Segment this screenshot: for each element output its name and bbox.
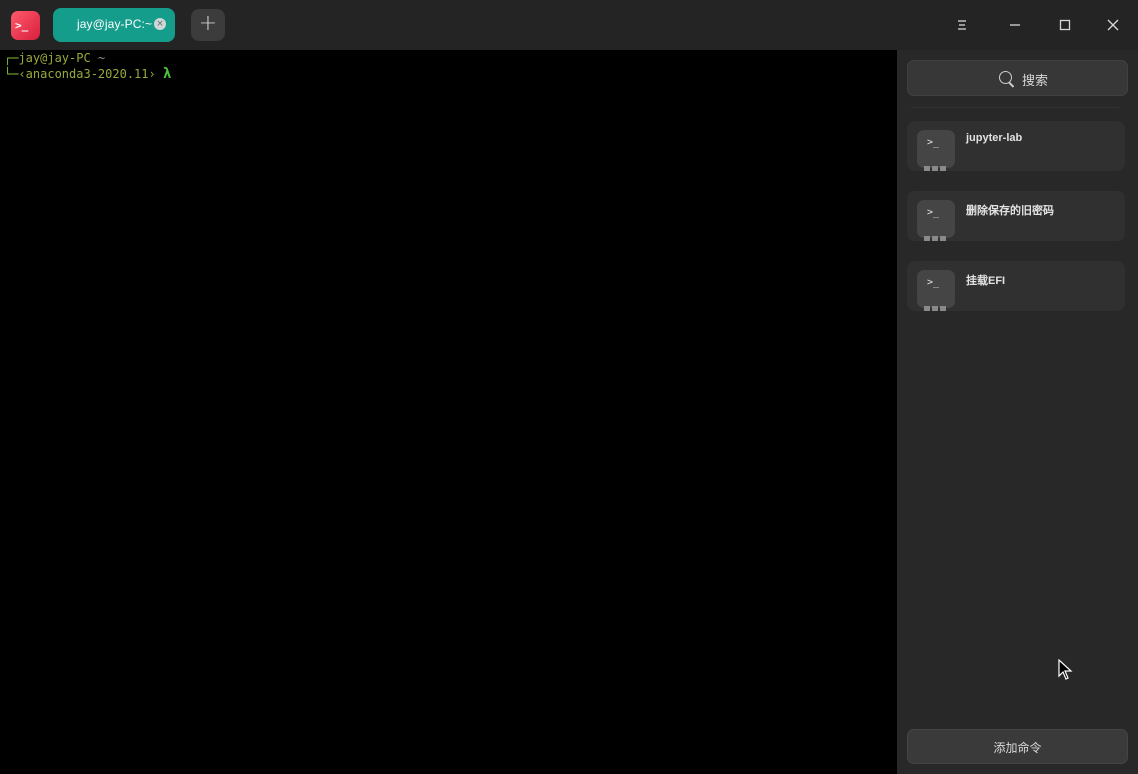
prompt-directory: ~ bbox=[90, 51, 106, 65]
prompt-conda-env: ‹anaconda3-2020.11› bbox=[18, 67, 156, 81]
command-item-delete-old-passwords[interactable]: >_ 删除保存的旧密码 bbox=[907, 191, 1125, 241]
tab-close-icon[interactable]: × bbox=[154, 18, 166, 30]
menu-icon[interactable] bbox=[950, 13, 974, 37]
command-dots bbox=[924, 226, 950, 241]
search-label: 搜索 bbox=[1022, 74, 1049, 89]
command-label: jupyter-lab bbox=[966, 132, 1023, 144]
terminal-prompt-icon: >_ bbox=[927, 207, 940, 218]
maximize-icon bbox=[1059, 19, 1071, 31]
prompt-lambda: λ bbox=[162, 66, 172, 82]
prompt-corner-bottom: └─ bbox=[4, 67, 19, 81]
command-icon: >_ bbox=[917, 200, 955, 241]
add-command-button[interactable]: 添加命令 bbox=[907, 729, 1128, 764]
command-label: 挂载EFI bbox=[966, 275, 1006, 287]
tab-terminal[interactable]: jay@jay-PC:~ × bbox=[53, 8, 175, 42]
add-command-label: 添加命令 bbox=[993, 741, 1042, 755]
search-button[interactable]: 搜索 bbox=[907, 60, 1128, 96]
terminal-app-icon[interactable]: >_ bbox=[11, 11, 40, 40]
divider bbox=[911, 107, 1119, 108]
custom-commands-panel: 搜索 >_ jupyter-lab >_ 删除保存的旧密码 >_ 挂载EFI 添… bbox=[897, 50, 1138, 774]
prompt-corner-top: ┌─ bbox=[4, 51, 19, 65]
minimize-icon bbox=[1010, 24, 1020, 26]
close-window-button[interactable] bbox=[1101, 13, 1125, 37]
command-label: 删除保存的旧密码 bbox=[966, 205, 1054, 217]
new-tab-button[interactable]: + bbox=[191, 9, 225, 41]
close-icon bbox=[1107, 19, 1119, 31]
command-dots bbox=[924, 296, 950, 311]
prompt-line-1: ┌─jay@jay-PC ~ bbox=[4, 51, 105, 65]
command-dots bbox=[924, 156, 950, 171]
command-item-jupyter-lab[interactable]: >_ jupyter-lab bbox=[907, 121, 1125, 171]
title-bar: >_ jay@jay-PC:~ × + bbox=[0, 0, 1138, 50]
prompt-line-2: └─‹anaconda3-2020.11› λ bbox=[4, 66, 171, 82]
tab-title: jay@jay-PC:~ bbox=[77, 17, 153, 31]
minimize-button[interactable] bbox=[1003, 13, 1027, 37]
terminal-prompt-icon: >_ bbox=[927, 137, 940, 148]
command-item-mount-efi[interactable]: >_ 挂载EFI bbox=[907, 261, 1125, 311]
prompt-user-host: jay@jay-PC bbox=[18, 51, 91, 65]
search-icon bbox=[999, 71, 1012, 84]
mouse-cursor-icon bbox=[1058, 659, 1073, 680]
maximize-button[interactable] bbox=[1053, 13, 1077, 37]
terminal-output[interactable]: ┌─jay@jay-PC ~ └─‹anaconda3-2020.11› λ bbox=[0, 50, 897, 774]
terminal-prompt-icon: >_ bbox=[927, 277, 940, 288]
menu-icon-svg bbox=[958, 20, 966, 30]
command-icon: >_ bbox=[917, 270, 955, 311]
command-icon: >_ bbox=[917, 130, 955, 171]
